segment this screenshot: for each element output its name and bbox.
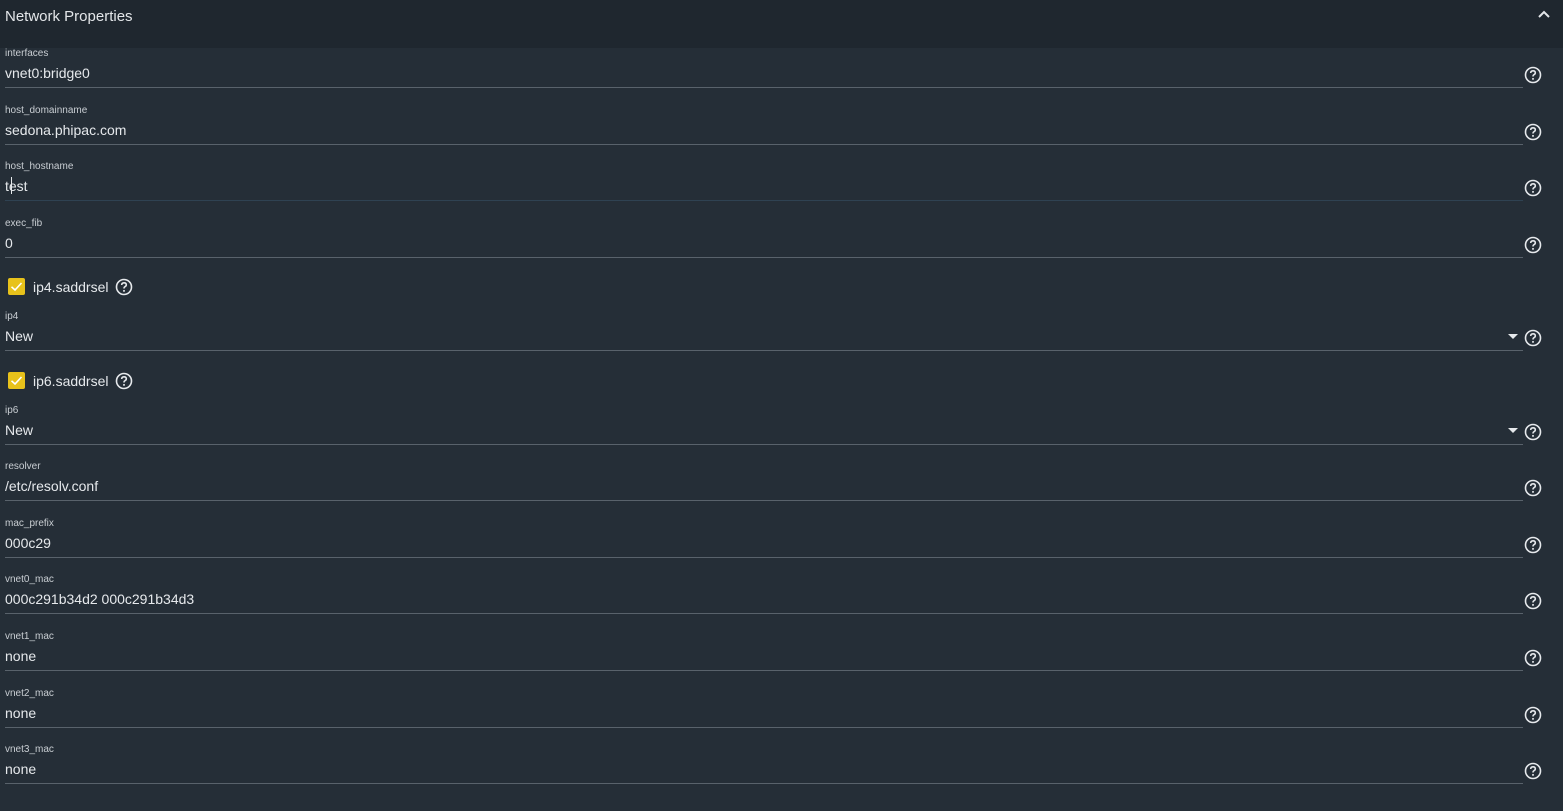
ip6-saddrsel-checkbox[interactable] (8, 372, 25, 389)
ip6-label: ip6 (5, 405, 19, 416)
resolver-input[interactable] (5, 476, 1500, 496)
ip4-saddrsel-checkbox[interactable] (8, 278, 25, 295)
host-hostname-label: host_hostname (5, 161, 74, 172)
host-domainname-input[interactable] (5, 120, 1500, 140)
vnet0-mac-input[interactable] (5, 589, 1500, 609)
ip4-select[interactable]: New (5, 326, 1500, 346)
mac-prefix-label: mac_prefix (5, 518, 54, 529)
host-hostname-input[interactable] (5, 176, 1500, 196)
chevron-up-icon[interactable] (1534, 4, 1554, 24)
vnet3-mac-label: vnet3_mac (5, 744, 54, 755)
help-circle-icon[interactable] (1524, 762, 1542, 780)
help-circle-icon[interactable] (1524, 649, 1542, 667)
field-underline (5, 727, 1523, 728)
field-underline (5, 557, 1523, 558)
field-underline (5, 257, 1523, 258)
field-underline (5, 87, 1523, 88)
exec-fib-label: exec_fib (5, 218, 43, 229)
help-circle-icon[interactable] (1524, 66, 1542, 84)
caret-down-icon[interactable] (1508, 428, 1518, 434)
field-underline (5, 500, 1523, 501)
section-header[interactable]: Network Properties (0, 0, 1563, 48)
section-title: Network Properties (5, 8, 133, 25)
field-underline (5, 444, 1523, 445)
resolver-label: resolver (5, 461, 41, 472)
text-cursor (11, 177, 12, 194)
ip6-saddrsel-label: ip6.saddrsel (33, 373, 109, 389)
ip6-select[interactable]: New (5, 420, 1500, 440)
field-underline (5, 200, 1523, 201)
help-circle-icon[interactable] (115, 372, 133, 390)
help-circle-icon[interactable] (1524, 423, 1542, 441)
mac-prefix-input[interactable] (5, 533, 1500, 553)
help-circle-icon[interactable] (1524, 123, 1542, 141)
field-underline (5, 144, 1523, 145)
help-circle-icon[interactable] (1524, 592, 1542, 610)
network-properties-form: interfaces host_domainname host_hostname… (0, 48, 1563, 811)
ip4-saddrsel-row: ip4.saddrsel (0, 275, 400, 299)
field-underline (5, 613, 1523, 614)
vnet2-mac-input[interactable] (5, 703, 1500, 723)
field-underline (5, 350, 1523, 351)
interfaces-input[interactable] (5, 63, 1500, 83)
ip4-saddrsel-label: ip4.saddrsel (33, 279, 109, 295)
help-circle-icon[interactable] (1524, 536, 1542, 554)
host-domainname-label: host_domainname (5, 105, 88, 116)
caret-down-icon[interactable] (1508, 334, 1518, 340)
interfaces-label: interfaces (5, 48, 49, 59)
vnet2-mac-label: vnet2_mac (5, 688, 54, 699)
vnet1-mac-input[interactable] (5, 646, 1500, 666)
vnet1-mac-label: vnet1_mac (5, 631, 54, 642)
help-circle-icon[interactable] (1524, 479, 1542, 497)
help-circle-icon[interactable] (1524, 179, 1542, 197)
exec-fib-input[interactable] (5, 233, 1500, 253)
help-circle-icon[interactable] (1524, 236, 1542, 254)
field-underline (5, 783, 1523, 784)
field-underline (5, 670, 1523, 671)
help-circle-icon[interactable] (1524, 329, 1542, 347)
vnet3-mac-input[interactable] (5, 759, 1500, 779)
ip4-label: ip4 (5, 311, 19, 322)
ip6-saddrsel-row: ip6.saddrsel (0, 369, 400, 393)
vnet0-mac-label: vnet0_mac (5, 574, 54, 585)
help-circle-icon[interactable] (1524, 706, 1542, 724)
help-circle-icon[interactable] (115, 278, 133, 296)
